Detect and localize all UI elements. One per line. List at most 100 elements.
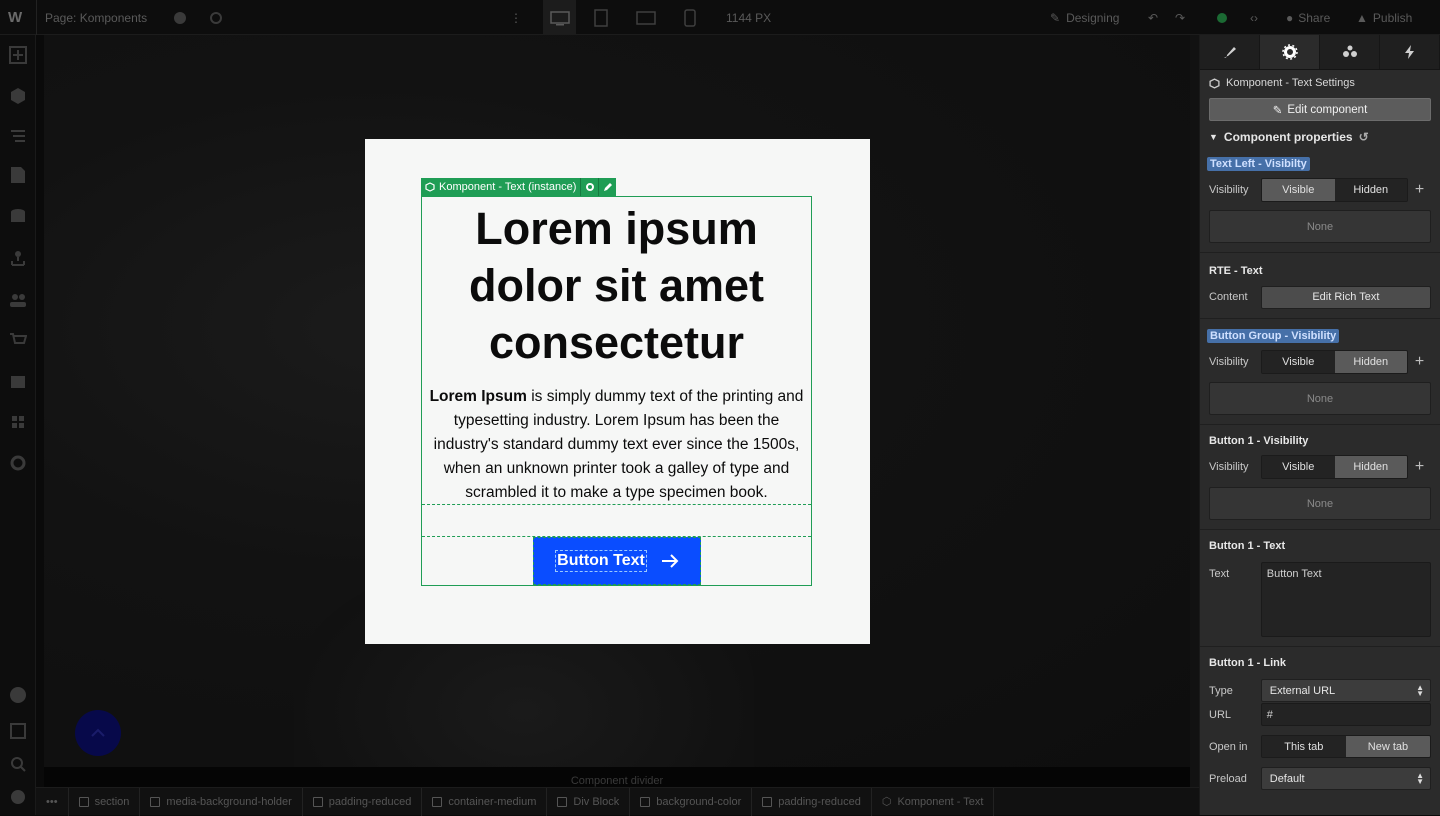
breadcrumb-more-icon[interactable]: ••• [36,787,69,816]
add-binding-icon[interactable]: + [1408,458,1431,476]
cta-button[interactable]: Button Text [533,537,701,585]
webflow-logo[interactable]: W [8,0,28,35]
paragraph-bold: Lorem Ipsum [429,388,527,405]
code-icon[interactable]: ‹› [1250,0,1258,35]
content-row: Content Edit Rich Text [1209,285,1431,309]
redo-icon[interactable]: ↷ [1175,0,1185,35]
publish-button[interactable]: ▲ Publish [1356,0,1412,35]
component-divider-label: Component divider [44,767,1190,787]
more-icon[interactable]: ⋮ [510,0,522,35]
url-input[interactable]: # [1260,703,1431,726]
binding-none-box[interactable]: None [1209,210,1431,243]
edit-pencil-icon[interactable] [598,178,616,196]
tablet-breakpoint-icon[interactable] [594,0,608,35]
undo-icon[interactable]: ↶ [1148,0,1158,35]
cms-icon[interactable] [8,207,28,227]
edit-rich-text-button[interactable]: Edit Rich Text [1260,285,1431,309]
panel-tabs [1200,35,1440,70]
component-instance-tag[interactable]: Komponent - Text (instance) [421,178,617,196]
type-row: Type External URL ▲ ▼ [1209,679,1431,702]
breadcrumb-item[interactable]: container-medium [422,787,548,816]
prop-button1-text: Button 1 - Text Text Button Text [1200,530,1440,647]
logic-icon[interactable] [8,249,28,269]
heading[interactable]: Lorem ipsum dolor sit amet consectetur [422,200,811,371]
add-binding-icon[interactable]: + [1408,181,1431,199]
layout-icon[interactable] [8,721,28,741]
edit-component-button[interactable]: ✎ Edit component [1209,98,1431,121]
cta-button-text: Button Text [555,550,647,572]
binding-none-box[interactable]: None [1209,487,1431,520]
publish-label: Publish [1372,10,1413,25]
interactions-tab-drops-icon[interactable] [1320,35,1380,69]
sync-icon[interactable] [208,0,224,35]
visibility-label: Visibility [1209,461,1249,473]
visible-option[interactable]: Visible [1262,456,1335,478]
reset-icon[interactable]: ↺ [1359,130,1369,144]
prop-button-group-visibility: Button Group - Visibility Visibility Vis… [1200,319,1440,425]
section-title: Component properties [1223,130,1353,144]
mobile-breakpoint-icon[interactable] [684,0,696,35]
add-elements-icon[interactable] [8,45,28,65]
visibility-row: Visibility Visible Hidden + [1209,350,1431,374]
content-label: Content [1209,291,1248,303]
breadcrumb-item[interactable]: media-background-holder [140,787,303,816]
edit-component-label: Edit component [1287,103,1368,116]
gear-icon[interactable] [580,178,598,196]
open-in-row: Open in This tab New tab [1209,735,1431,758]
prop-title: Text Left - Visibilty [1207,154,1431,174]
link-type-select[interactable]: External URL ▲ ▼ [1260,679,1431,702]
pencil-icon: ✎ [1272,104,1283,117]
audit-icon[interactable] [8,787,28,807]
ecommerce-icon[interactable] [8,330,28,350]
visibility-toggle: Visible Hidden [1261,178,1408,202]
button-text-textarea[interactable]: Button Text [1260,562,1431,637]
prop-title: Button 1 - Text [1209,540,1286,552]
visible-option[interactable]: Visible [1262,351,1335,373]
assets-icon[interactable] [8,372,28,392]
new-tab-option[interactable]: New tab [1345,736,1430,757]
search-icon[interactable] [8,754,28,774]
comments-icon[interactable] [172,0,188,35]
apps-icon[interactable] [8,412,28,432]
this-tab-option[interactable]: This tab [1261,736,1346,757]
page-selector[interactable]: Page: Komponents [45,0,147,35]
canvas-scrollbar[interactable] [1190,35,1199,787]
add-binding-icon[interactable]: + [1408,353,1431,371]
settings-tab-gear-icon[interactable] [1260,35,1320,69]
components-icon[interactable] [8,86,28,106]
breadcrumb-item[interactable]: Div Block [547,787,631,816]
select-arrows-icon: ▲ ▼ [1416,771,1424,786]
scroll-top-button[interactable] [75,710,121,756]
binding-none-box[interactable]: None [1209,382,1431,415]
mode-selector[interactable]: ✎ Designing [1050,0,1119,35]
settings-icon[interactable] [8,453,28,473]
visibility-row: Visibility Visible Hidden + [1209,178,1431,202]
breadcrumb-item[interactable]: background-color [630,787,753,816]
navigator-icon[interactable] [8,126,28,146]
landscape-breakpoint-icon[interactable] [636,0,656,35]
lightning-tab-icon[interactable] [1380,35,1440,69]
status-dot-icon [1216,0,1228,35]
text-label: Text [1209,568,1230,580]
visible-option[interactable]: Visible [1262,179,1335,201]
breadcrumb-item[interactable]: padding-reduced [752,787,872,816]
hidden-option[interactable]: Hidden [1334,456,1407,478]
users-icon[interactable] [8,290,28,310]
prop-rte-text: RTE - Text Content Edit Rich Text [1200,253,1440,319]
paragraph[interactable]: Lorem Ipsum is simply dummy text of the … [422,385,811,505]
url-label: URL [1209,708,1232,721]
hidden-option[interactable]: Hidden [1334,351,1407,373]
pages-icon[interactable] [8,165,28,185]
breadcrumb: ••• section media-background-holder padd… [36,787,1199,816]
preload-select[interactable]: Default ▲ ▼ [1260,767,1431,790]
desktop-breakpoint-icon[interactable] [543,0,576,35]
style-tab-brush-icon[interactable] [1200,35,1260,69]
share-button[interactable]: ● Share [1286,0,1330,35]
help-icon[interactable] [8,685,28,705]
breadcrumb-item[interactable]: ⬡ Komponent - Text [872,787,995,816]
component-icon [1209,77,1220,89]
hidden-option[interactable]: Hidden [1334,179,1407,201]
component-properties-header[interactable]: ▼ Component properties ↺ [1200,124,1440,150]
breadcrumb-item[interactable]: padding-reduced [303,787,423,816]
breadcrumb-item[interactable]: section [69,787,141,816]
